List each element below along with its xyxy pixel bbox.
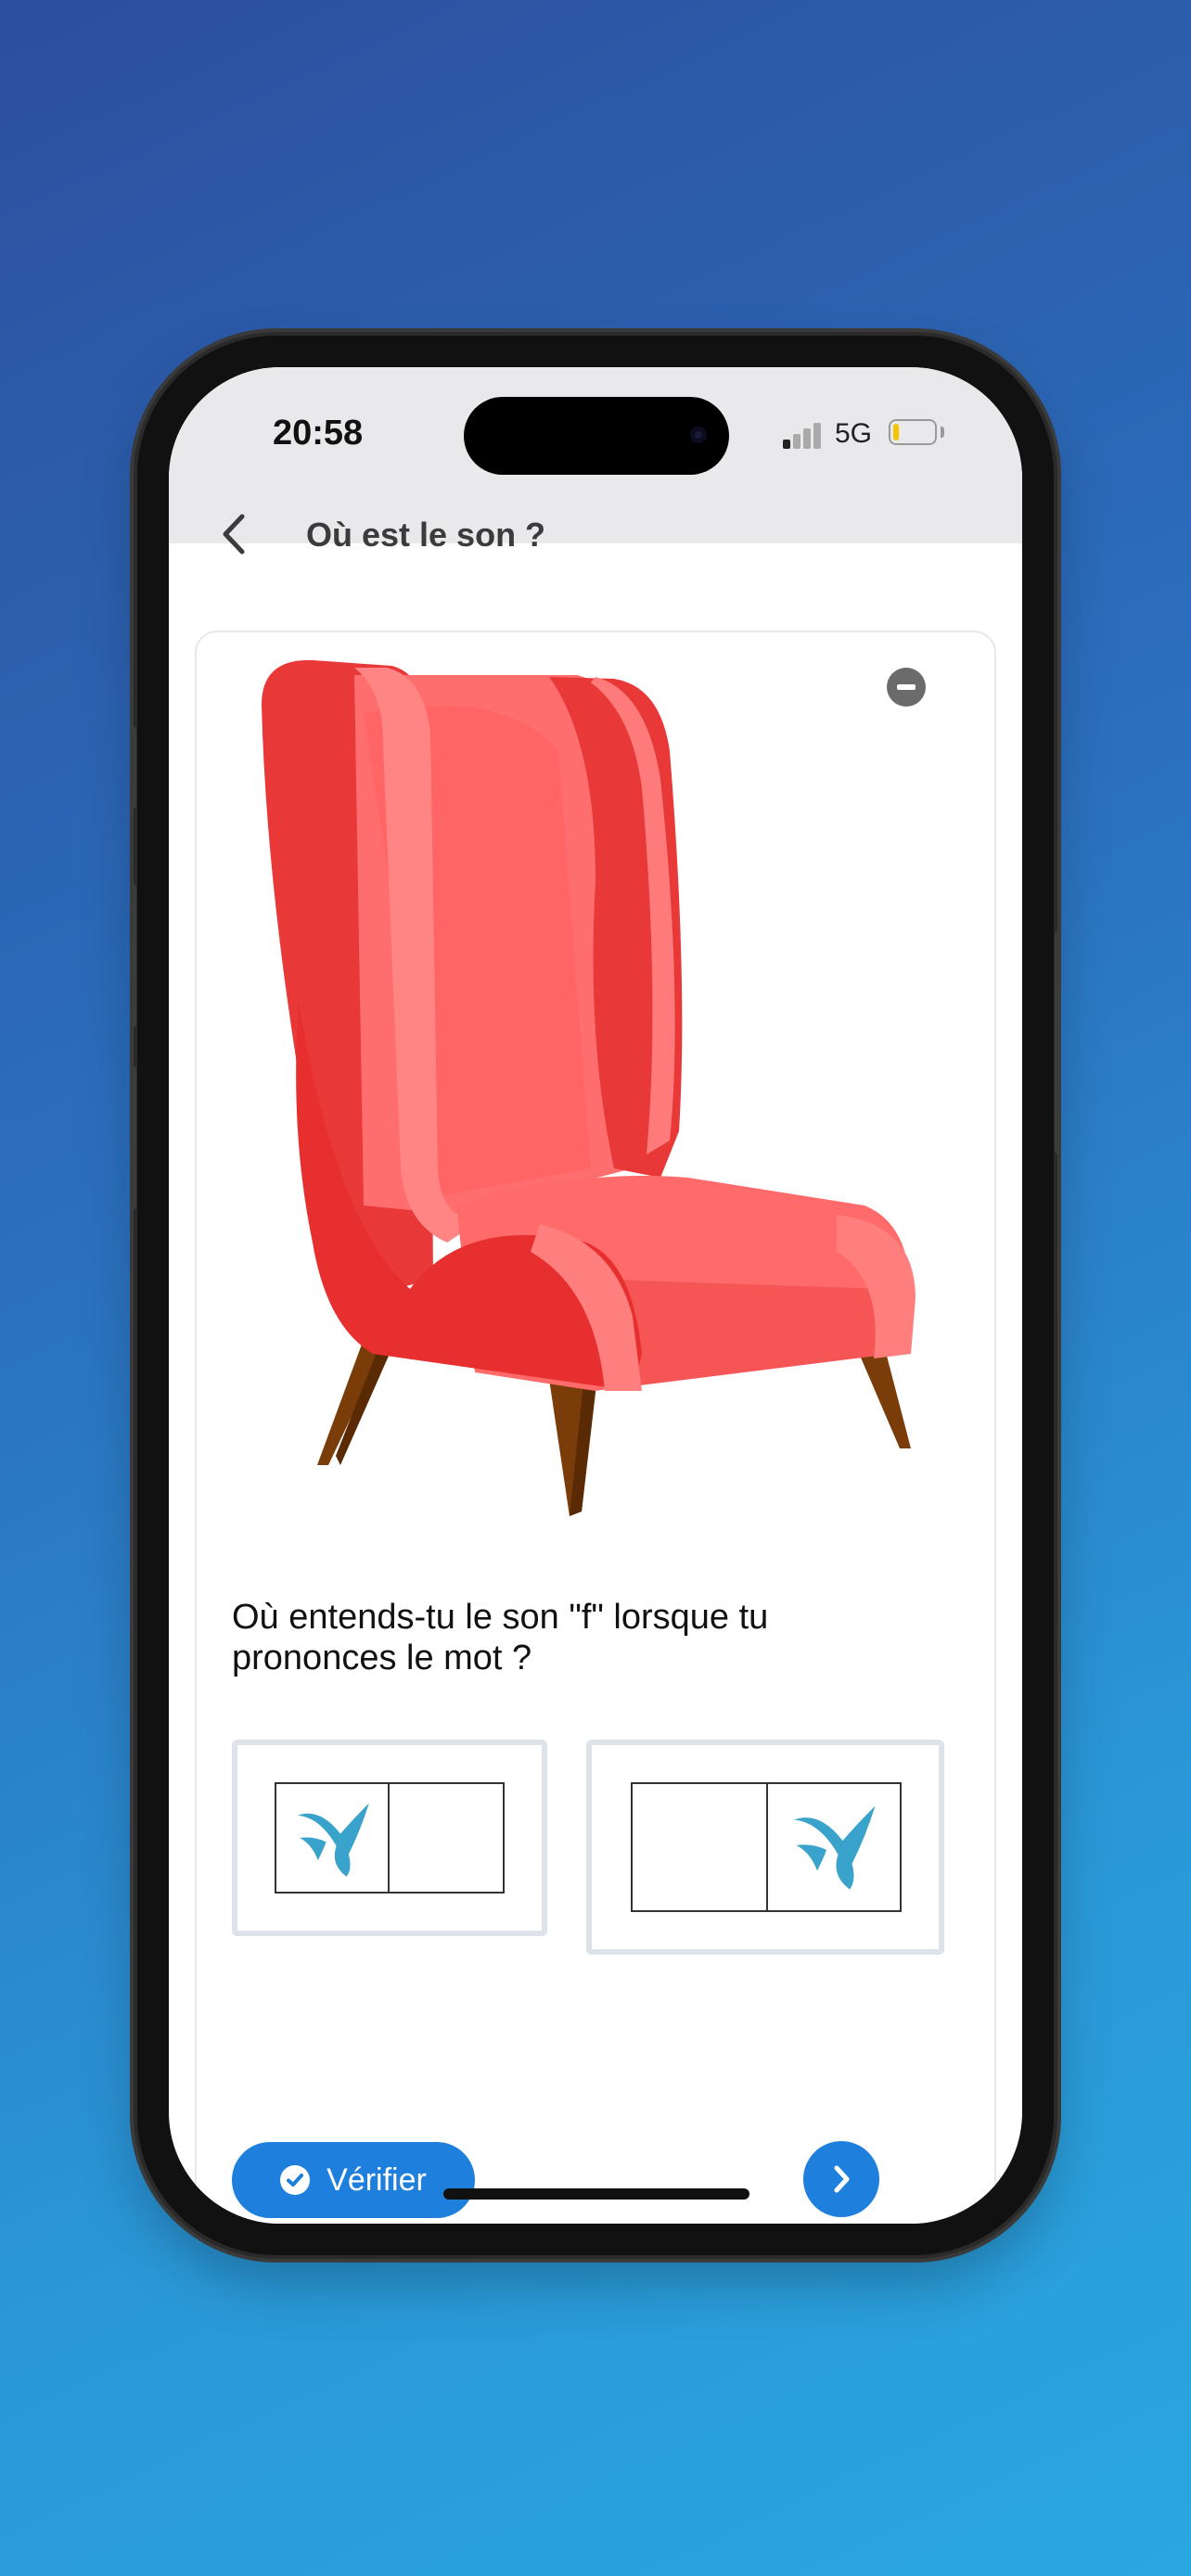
option-right[interactable] bbox=[586, 1740, 944, 1955]
chevron-right-icon bbox=[834, 2165, 850, 2193]
phone-frame: 20:58 5G Où est le son ? Où entends-tu l… bbox=[130, 336, 1061, 2255]
back-button[interactable] bbox=[206, 506, 262, 562]
syllable-grid bbox=[275, 1782, 505, 1894]
question-text: Où entends-tu le son "f" lorsque tu pron… bbox=[232, 1598, 769, 1677]
volume-down-button bbox=[130, 1066, 136, 1209]
battery-icon bbox=[889, 419, 937, 445]
exercise-card: Où entends-tu le son "f" lorsque tu pron… bbox=[195, 631, 996, 2224]
check-circle-icon bbox=[280, 2165, 311, 2195]
dynamic-island bbox=[464, 397, 729, 475]
home-indicator[interactable] bbox=[443, 2188, 749, 2200]
signal-icon bbox=[783, 423, 824, 449]
chevron-left-icon bbox=[223, 514, 245, 555]
action-button bbox=[130, 727, 136, 809]
volume-up-button bbox=[130, 885, 136, 1027]
screen: 20:58 5G Où est le son ? Où entends-tu l… bbox=[169, 367, 1022, 2224]
camera-icon bbox=[690, 427, 707, 443]
option-left[interactable] bbox=[232, 1740, 547, 1936]
battery-tip bbox=[941, 427, 944, 438]
verify-button[interactable]: Vérifier bbox=[232, 2142, 475, 2218]
status-time: 20:58 bbox=[273, 414, 364, 453]
next-button[interactable] bbox=[803, 2141, 879, 2217]
network-label: 5G bbox=[835, 418, 873, 449]
page-title: Où est le son ? bbox=[306, 516, 546, 554]
verify-label: Vérifier bbox=[327, 2162, 427, 2198]
power-button bbox=[1055, 931, 1061, 1154]
cross-mark-icon bbox=[297, 1803, 369, 1877]
top-bar: 20:58 5G Où est le son ? bbox=[169, 367, 1022, 555]
cross-mark-icon bbox=[794, 1805, 876, 1890]
syllable-grid bbox=[631, 1782, 902, 1912]
armchair-illustration bbox=[262, 659, 916, 1516]
